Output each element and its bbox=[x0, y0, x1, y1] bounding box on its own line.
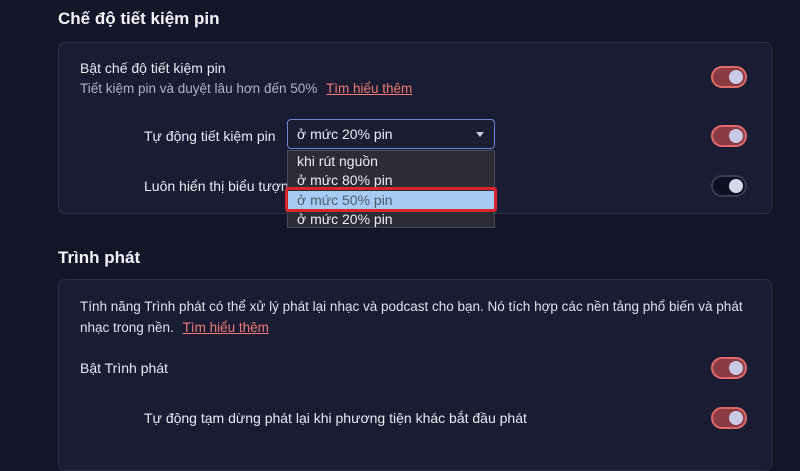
option-80-percent[interactable]: ở mức 80% pin bbox=[288, 171, 494, 190]
auto-battery-dropdown: khi rút nguồn ở mức 80% pin ở mức 50% pi… bbox=[287, 150, 495, 228]
player-enable-toggle[interactable] bbox=[711, 357, 747, 379]
option-50-percent[interactable]: ở mức 50% pin bbox=[288, 191, 494, 210]
player-learn-more-link[interactable]: Tìm hiểu thêm bbox=[183, 320, 269, 335]
auto-battery-toggle[interactable] bbox=[711, 125, 747, 147]
toggle-knob bbox=[729, 411, 743, 425]
battery-learn-more-link[interactable]: Tìm hiểu thêm bbox=[326, 81, 412, 96]
chevron-down-icon bbox=[476, 132, 484, 137]
toggle-knob bbox=[729, 179, 743, 193]
toggle-knob bbox=[729, 70, 743, 84]
battery-section-title: Chế độ tiết kiệm pin bbox=[58, 9, 220, 28]
toggle-knob bbox=[729, 361, 743, 375]
always-show-icon-toggle[interactable] bbox=[711, 175, 747, 197]
battery-desc-text: Tiết kiệm pin và duyệt lâu hơn đến 50% bbox=[80, 81, 318, 96]
auto-battery-label: Tự động tiết kiệm pin bbox=[144, 128, 276, 144]
option-20-percent[interactable]: ở mức 20% pin bbox=[288, 210, 494, 229]
player-description-line1: Tính năng Trình phát có thể xử lý phát l… bbox=[80, 299, 743, 314]
auto-pause-label: Tự động tạm dừng phát lại khi phương tiệ… bbox=[144, 410, 527, 426]
auto-battery-select-value: ở mức 20% pin bbox=[297, 126, 393, 142]
player-desc-text: nhạc trong nền. bbox=[80, 320, 174, 335]
always-show-icon-label: Luôn hiển thị biểu tượng bbox=[144, 178, 297, 194]
battery-enable-label: Bật chế độ tiết kiệm pin bbox=[80, 60, 226, 76]
battery-enable-toggle[interactable] bbox=[711, 66, 747, 88]
player-card: Tính năng Trình phát có thể xử lý phát l… bbox=[58, 279, 772, 471]
option-unplugged[interactable]: khi rút nguồn bbox=[288, 152, 494, 171]
player-enable-label: Bật Trình phát bbox=[80, 360, 168, 376]
player-description-line2: nhạc trong nền. Tìm hiểu thêm bbox=[80, 320, 269, 335]
battery-enable-description: Tiết kiệm pin và duyệt lâu hơn đến 50% T… bbox=[80, 81, 412, 96]
auto-pause-toggle[interactable] bbox=[711, 407, 747, 429]
auto-battery-select[interactable]: ở mức 20% pin bbox=[287, 119, 495, 149]
toggle-knob bbox=[729, 129, 743, 143]
player-section-title: Trình phát bbox=[58, 248, 141, 267]
